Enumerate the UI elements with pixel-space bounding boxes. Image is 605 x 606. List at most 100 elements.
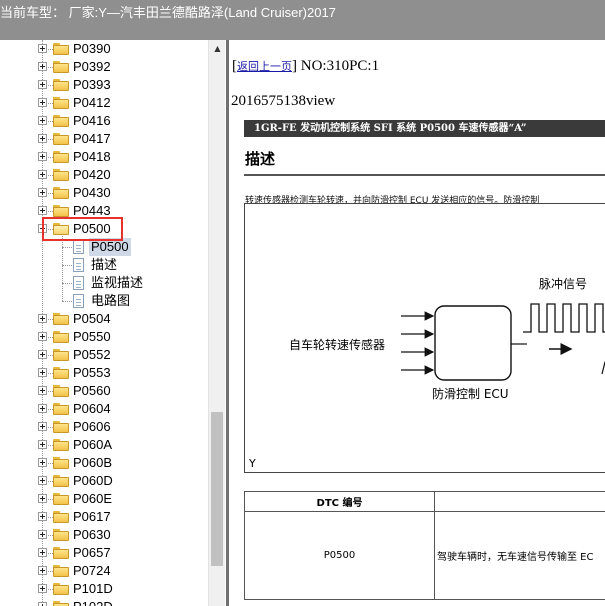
doc-nav-line: [返回上一页] NO:310PC:1 [232, 58, 380, 74]
page-icon [73, 276, 84, 290]
tree-connector [62, 247, 72, 248]
folder-icon [53, 313, 69, 325]
condition-cell: 驾驶车辆时，无车速信号传输至 EC [434, 511, 605, 600]
expand-icon[interactable] [38, 512, 47, 521]
folder-icon [53, 475, 69, 487]
tree-item-p0552[interactable]: P0552 [0, 346, 208, 364]
expand-icon[interactable] [38, 422, 47, 431]
sensor-label: 自车轮转速传感器 [289, 338, 386, 352]
tree-item-label: P0630 [73, 527, 111, 542]
expand-icon[interactable] [38, 494, 47, 503]
tree-item-p060a[interactable]: P060A [0, 436, 208, 454]
expand-icon[interactable] [38, 44, 47, 53]
tree-item-label: P060A [73, 437, 113, 452]
tree-item-p0418[interactable]: P0418 [0, 148, 208, 166]
expand-icon[interactable] [38, 584, 47, 593]
expand-icon[interactable] [38, 98, 47, 107]
tree-item-label: P0504 [73, 311, 111, 326]
tree-item-label: P060B [73, 455, 113, 470]
expand-icon[interactable] [38, 80, 47, 89]
section-title: 描述 [245, 150, 276, 168]
tree-item-p0630[interactable]: P0630 [0, 526, 208, 544]
expand-icon[interactable] [38, 476, 47, 485]
folder-icon [53, 43, 69, 55]
tree-item-p0412[interactable]: P0412 [0, 94, 208, 112]
highlight-annotation [42, 217, 123, 241]
signal-diagram: 自车轮转速传感器 防滑控制 ECU 脉冲信号 Y [244, 203, 605, 473]
tree-item-p102d[interactable]: P102D [0, 598, 208, 606]
expand-icon[interactable] [38, 404, 47, 413]
tree-item-p0560[interactable]: P0560 [0, 382, 208, 400]
tree-item-p0393[interactable]: P0393 [0, 76, 208, 94]
tree-item-p0390[interactable]: P0390 [0, 40, 208, 58]
tree-item-p0657[interactable]: P0657 [0, 544, 208, 562]
expand-icon[interactable] [38, 386, 47, 395]
doc-header-bar: 1GR-FE 发动机控制系统 SFI 系统 P0500 车速传感器“A” [244, 120, 605, 137]
tree-item-p0724[interactable]: P0724 [0, 562, 208, 580]
tree-item-p0604[interactable]: P0604 [0, 400, 208, 418]
expand-icon[interactable] [38, 368, 47, 377]
tree-item-label: P0724 [73, 563, 111, 578]
document-pane: [返回上一页] NO:310PC:1 2016575138view 1GR-FE… [226, 40, 605, 606]
tree-item-label: P0550 [73, 329, 111, 344]
tree-item-p0550[interactable]: P0550 [0, 328, 208, 346]
dtc-tree[interactable]: P0390 P0392 P0393 P0412 P0416 P0417 P0418 P0420… [0, 40, 208, 606]
back-link[interactable]: 返回上一页 [237, 61, 292, 73]
expand-icon[interactable] [38, 170, 47, 179]
tree-item-label: P0390 [73, 41, 111, 56]
folder-icon [53, 169, 69, 181]
expand-icon[interactable] [38, 62, 47, 71]
tree-item-p0553[interactable]: P0553 [0, 364, 208, 382]
expand-icon[interactable] [38, 350, 47, 359]
expand-icon[interactable] [38, 134, 47, 143]
tree-item-p0606[interactable]: P0606 [0, 418, 208, 436]
tree-child-item[interactable]: 电路图 [0, 292, 208, 310]
pulse-label: 脉冲信号 [539, 277, 588, 291]
ecu-box [434, 305, 512, 381]
scroll-thumb[interactable] [211, 412, 223, 566]
folder-icon [53, 367, 69, 379]
folder-icon [53, 457, 69, 469]
table-header-row: DTC 编号 [244, 491, 605, 512]
pulse-waveform [523, 303, 605, 333]
expand-icon[interactable] [38, 314, 47, 323]
scroll-up-arrow-icon[interactable]: ▲ [209, 40, 226, 57]
tree-item-p0617[interactable]: P0617 [0, 508, 208, 526]
tree-scrollbar[interactable]: ▲ [208, 40, 225, 606]
page-icon [73, 258, 84, 272]
expand-icon[interactable] [38, 440, 47, 449]
expand-icon[interactable] [38, 530, 47, 539]
expand-icon[interactable] [38, 458, 47, 467]
folder-icon [53, 385, 69, 397]
tree-item-p060b[interactable]: P060B [0, 454, 208, 472]
tree-item-p0392[interactable]: P0392 [0, 58, 208, 76]
tree-item-p0430[interactable]: P0430 [0, 184, 208, 202]
folder-icon [53, 493, 69, 505]
tree-item-p060d[interactable]: P060D [0, 472, 208, 490]
tree-item-p0504[interactable]: P0504 [0, 310, 208, 328]
tree-item-p101d[interactable]: P101D [0, 580, 208, 598]
tree-child-item[interactable]: 监视描述 [0, 274, 208, 292]
tree-item-p0417[interactable]: P0417 [0, 130, 208, 148]
tree-item-p0420[interactable]: P0420 [0, 166, 208, 184]
tree-child-item[interactable]: 描述 [0, 256, 208, 274]
expand-icon[interactable] [38, 116, 47, 125]
tree-child-label: 描述 [91, 257, 118, 272]
folder-icon [53, 61, 69, 73]
folder-icon [53, 151, 69, 163]
expand-icon[interactable] [38, 602, 47, 606]
tree-item-label: P0412 [73, 95, 111, 110]
folder-icon [53, 511, 69, 523]
expand-icon[interactable] [38, 332, 47, 341]
expand-icon[interactable] [38, 188, 47, 197]
expand-icon[interactable] [38, 152, 47, 161]
expand-icon[interactable] [38, 206, 47, 215]
tree-child-label: 电路图 [91, 293, 131, 308]
dtc-table: DTC 编号 P0500 驾驶车辆时，无车速信号传输至 EC [244, 491, 605, 600]
expand-icon[interactable] [38, 566, 47, 575]
tree-item-label: P0552 [73, 347, 111, 362]
tree-item-p060e[interactable]: P060E [0, 490, 208, 508]
tree-item-p0416[interactable]: P0416 [0, 112, 208, 130]
tree-item-label: P0393 [73, 77, 111, 92]
expand-icon[interactable] [38, 548, 47, 557]
